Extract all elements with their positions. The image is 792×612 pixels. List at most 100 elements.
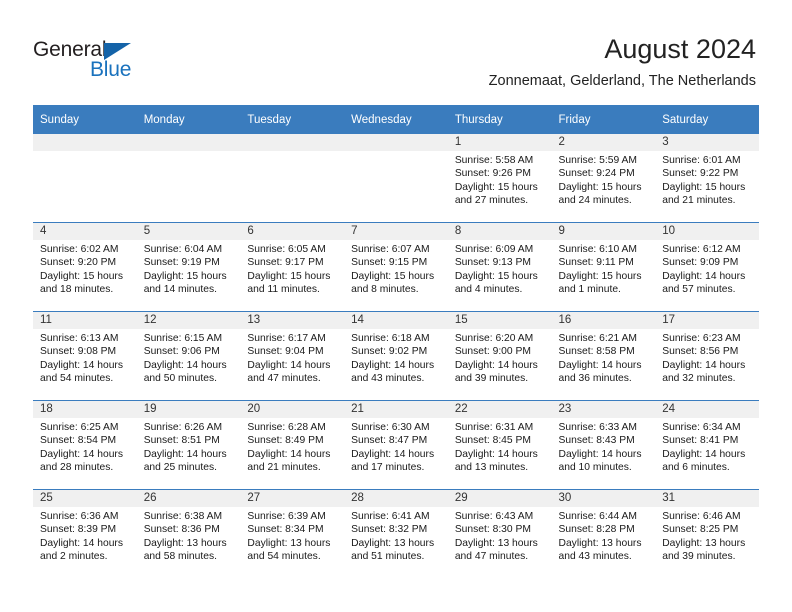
day-info-line: and 8 minutes. [351,283,419,295]
day-number: 20 [240,401,345,418]
day-info-line: Sunrise: 6:34 AM [662,422,741,433]
calendar-day-cell[interactable]: 10 Sunrise: 6:12 AM Sunset: 9:09 PM Dayligh… [655,222,759,312]
day-sun-info: Sunrise: 6:23 AM Sunset: 8:56 PM Daylight:… [655,329,759,385]
calendar-day-cell[interactable]: 28 Sunrise: 6:41 AM Sunset: 8:32 PM Dayligh… [344,489,448,578]
day-number: 3 [655,134,759,151]
calendar-day-cell[interactable]: 29 Sunrise: 6:43 AM Sunset: 8:30 PM Dayligh… [447,489,552,578]
day-sun-info: Sunrise: 5:59 AM Sunset: 9:24 PM Daylight:… [552,151,656,207]
calendar-day-cell[interactable]: 14 Sunrise: 6:18 AM Sunset: 9:02 PM Dayligh… [344,311,448,401]
day-number: 14 [344,312,448,329]
calendar-day-cell[interactable]: 1 Sunrise: 5:58 AM Sunset: 9:26 PM Daylight… [447,134,552,223]
calendar-day-cell[interactable]: 26 Sunrise: 6:38 AM Sunset: 8:36 PM Dayligh… [136,489,241,578]
calendar-day-cell[interactable]: 17 Sunrise: 6:23 AM Sunset: 8:56 PM Dayligh… [655,311,759,401]
day-sun-info: Sunrise: 6:39 AM Sunset: 8:34 PM Daylight:… [240,507,344,563]
day-sun-info: Sunrise: 6:36 AM Sunset: 8:39 PM Daylight:… [33,507,137,563]
calendar-week-row: 18 Sunrise: 6:25 AM Sunset: 8:54 PM Dayligh… [33,400,759,490]
calendar-day-cell[interactable]: 25 Sunrise: 6:36 AM Sunset: 8:39 PM Dayligh… [33,489,137,578]
day-sun-info: Sunrise: 6:21 AM Sunset: 8:58 PM Daylight:… [552,329,656,385]
calendar-day-cell[interactable]: 2 Sunrise: 5:59 AM Sunset: 9:24 PM Daylight… [551,134,656,223]
page-subtitle: Zonnemaat, Gelderland, The Netherlands [488,73,756,89]
day-info-line: and 25 minutes. [143,461,217,473]
day-info-line: Sunset: 8:56 PM [662,346,739,358]
calendar-page: General Blue August 2024 Zonnemaat, Geld… [0,0,792,612]
day-info-line: Sunrise: 6:17 AM [247,333,326,344]
day-info-line: Sunset: 9:02 PM [351,346,428,358]
day-sun-info: Sunrise: 6:12 AM Sunset: 9:09 PM Daylight:… [655,240,759,296]
day-info-line: Sunrise: 6:04 AM [143,244,223,255]
day-sun-info: Sunrise: 6:18 AM Sunset: 9:02 PM Daylight:… [344,329,448,385]
day-info-line: and 51 minutes. [351,550,425,562]
day-info-line: Sunset: 8:30 PM [454,524,531,536]
day-info-line: Daylight: 14 hours [558,448,642,460]
day-info-line: Daylight: 15 hours [558,270,642,282]
calendar-day-cell[interactable]: 6 Sunrise: 6:05 AM Sunset: 9:17 PM Daylight… [240,222,345,312]
calendar-day-cell[interactable]: 9 Sunrise: 6:10 AM Sunset: 9:11 PM Daylight… [551,222,656,312]
day-number: 4 [33,223,137,240]
calendar-day-cell[interactable]: 16 Sunrise: 6:21 AM Sunset: 8:58 PM Dayligh… [551,311,656,401]
day-sun-info: Sunrise: 6:30 AM Sunset: 8:47 PM Daylight:… [344,418,448,474]
general-blue-logo[interactable]: General Blue [33,38,173,86]
calendar-cell-empty [136,134,241,223]
calendar-day-cell[interactable]: 11 Sunrise: 6:13 AM Sunset: 9:08 PM Dayligh… [33,311,137,401]
calendar-day-cell[interactable]: 4 Sunrise: 6:02 AM Sunset: 9:20 PM Daylight… [33,222,137,312]
day-number: 28 [344,490,448,507]
calendar-day-cell[interactable]: 23 Sunrise: 6:33 AM Sunset: 8:43 PM Dayligh… [551,400,656,490]
day-number: 2 [551,134,656,151]
day-info-line: Sunrise: 6:02 AM [40,244,119,255]
day-info-line: and 2 minutes. [40,550,108,562]
day-info-line: and 11 minutes. [247,283,320,295]
day-number: 7 [344,223,448,240]
calendar-day-cell[interactable]: 27 Sunrise: 6:39 AM Sunset: 8:34 PM Dayligh… [240,489,345,578]
day-number: 13 [240,312,345,329]
day-info-line: Daylight: 14 hours [454,359,538,371]
day-info-line: Sunset: 8:47 PM [351,435,428,447]
day-info-line: Daylight: 14 hours [40,448,123,460]
day-info-line: Sunrise: 6:09 AM [454,244,534,255]
day-info-line: Sunrise: 6:20 AM [454,333,534,344]
day-info-line: Sunrise: 6:46 AM [662,511,741,522]
day-info-line: Sunset: 9:17 PM [247,257,324,269]
day-sun-info: Sunrise: 6:09 AM Sunset: 9:13 PM Daylight:… [448,240,552,296]
day-info-line: Daylight: 14 hours [247,448,331,460]
day-info-line: Daylight: 14 hours [351,448,435,460]
calendar-day-cell[interactable]: 30 Sunrise: 6:44 AM Sunset: 8:28 PM Dayligh… [551,489,656,578]
day-info-line: Sunrise: 6:30 AM [351,422,430,433]
day-info-line: Sunset: 9:08 PM [40,346,117,358]
calendar-day-cell[interactable]: 22 Sunrise: 6:31 AM Sunset: 8:45 PM Dayligh… [447,400,552,490]
day-info-line: Sunset: 9:04 PM [247,346,324,358]
day-number: 22 [447,401,552,418]
calendar-day-cell[interactable]: 13 Sunrise: 6:17 AM Sunset: 9:04 PM Dayligh… [240,311,345,401]
day-info-line: Sunrise: 6:41 AM [351,511,430,522]
calendar-table: Sunday Monday Tuesday Wednesday Thursday Frid… [33,105,759,578]
day-info-line: and 32 minutes. [662,372,736,384]
calendar-day-cell[interactable]: 19 Sunrise: 6:26 AM Sunset: 8:51 PM Dayligh… [136,400,241,490]
day-info-line: Sunrise: 5:58 AM [454,155,534,166]
day-info-line: Sunrise: 6:39 AM [247,511,326,522]
day-info-line: and 4 minutes. [454,283,523,295]
page-header: General Blue August 2024 Zonnemaat, Geld… [0,0,792,100]
calendar-cell-empty [33,134,137,223]
calendar-day-cell[interactable]: 24 Sunrise: 6:34 AM Sunset: 8:41 PM Dayligh… [655,400,759,490]
calendar-header-row: Sunday Monday Tuesday Wednesday Thursday Frid… [33,105,759,134]
day-info-line: Sunrise: 6:26 AM [143,422,223,433]
calendar-day-cell[interactable]: 12 Sunrise: 6:15 AM Sunset: 9:06 PM Dayligh… [136,311,241,401]
calendar-day-cell[interactable]: 21 Sunrise: 6:30 AM Sunset: 8:47 PM Dayligh… [344,400,448,490]
day-info-line: Sunset: 8:25 PM [662,524,739,536]
calendar-day-cell[interactable]: 5 Sunrise: 6:04 AM Sunset: 9:19 PM Daylight… [136,222,241,312]
calendar-day-cell[interactable]: 20 Sunrise: 6:28 AM Sunset: 8:49 PM Dayligh… [240,400,345,490]
calendar-day-cell[interactable]: 8 Sunrise: 6:09 AM Sunset: 9:13 PM Daylight… [447,222,552,312]
calendar-day-cell[interactable]: 15 Sunrise: 6:20 AM Sunset: 9:00 PM Dayligh… [447,311,552,401]
day-info-line: Sunset: 9:11 PM [558,257,634,269]
calendar-day-cell[interactable]: 18 Sunrise: 6:25 AM Sunset: 8:54 PM Dayligh… [33,400,137,490]
title-block: August 2024 Zonnemaat, Gelderland, The N… [489,33,756,91]
day-info-line: Sunset: 8:49 PM [247,435,324,447]
calendar-day-cell[interactable]: 7 Sunrise: 6:07 AM Sunset: 9:15 PM Daylight… [344,222,448,312]
weekday-header-monday: Monday [136,105,241,134]
day-sun-info [33,151,137,154]
calendar-day-cell[interactable]: 3 Sunrise: 6:01 AM Sunset: 9:22 PM Daylight… [655,134,759,223]
day-info-line: Sunset: 8:34 PM [247,524,324,536]
calendar-day-cell[interactable]: 31 Sunrise: 6:46 AM Sunset: 8:25 PM Dayligh… [655,489,759,578]
day-info-line: Daylight: 14 hours [662,359,746,371]
day-info-line: Sunset: 8:51 PM [143,435,220,447]
day-number: 6 [240,223,345,240]
